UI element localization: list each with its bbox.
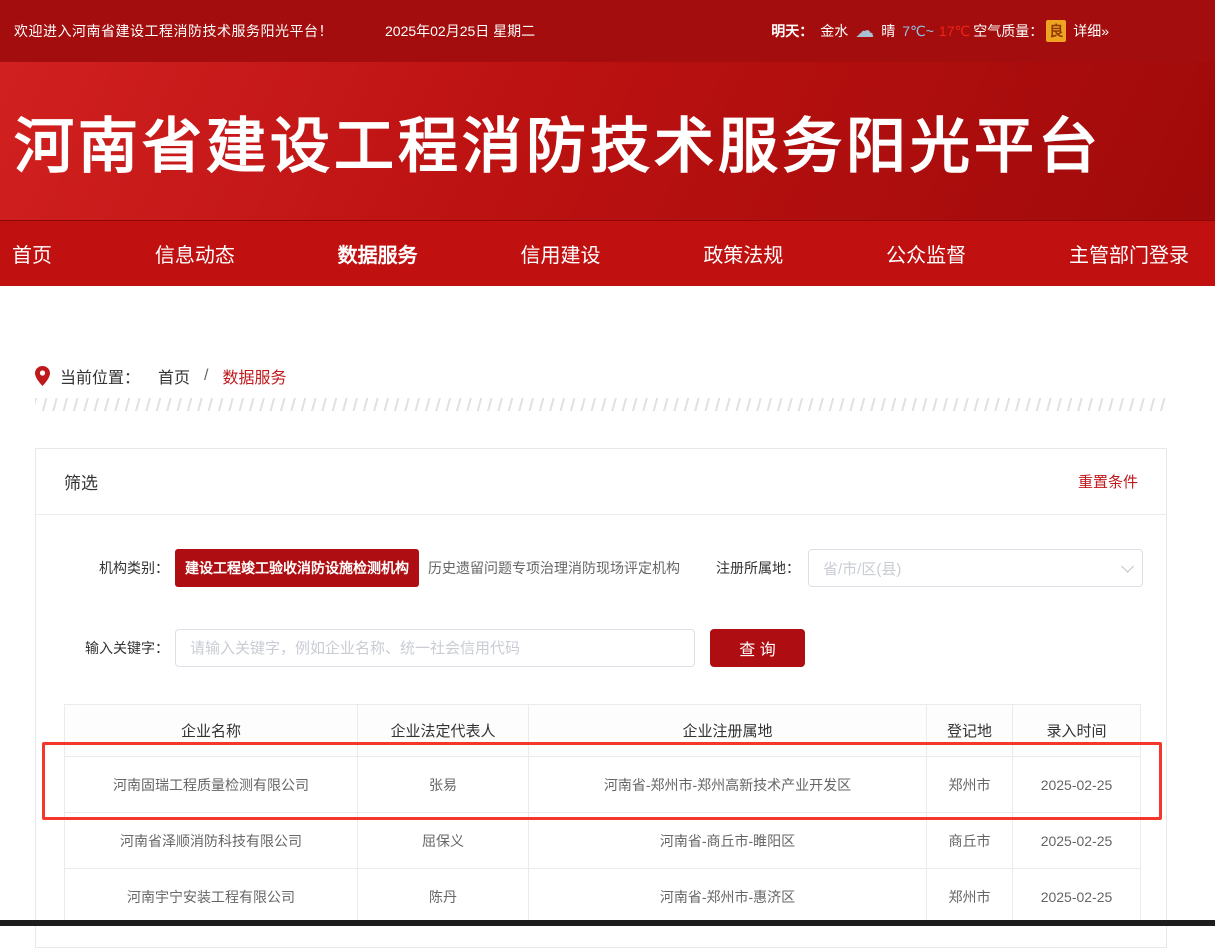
cell-company-name: 河南固瑞工程质量检测有限公司 [65,757,358,813]
decorative-slash-divider [35,398,1168,411]
nav-item-news[interactable]: 信息动态 [155,239,235,268]
filter-panel-header: 筛选 重置条件 [36,449,1166,515]
nav-item-admin-login[interactable]: 主管部门登录 [1069,239,1189,268]
cell-legal-representative: 屈保义 [358,813,529,869]
cell-registration-place: 郑州市 [927,757,1013,813]
welcome-text: 欢迎进入河南省建设工程消防技术服务阳光平台！ [14,21,333,41]
keyword-label: 输入关键字： [64,638,169,658]
air-quality-badge: 良 [1046,20,1066,42]
table-row[interactable]: 河南宇宁安装工程有限公司 陈丹 河南省-郑州市-惠济区 郑州市 2025-02-… [65,869,1141,925]
cell-entry-date: 2025-02-25 [1013,869,1141,925]
bottom-edge-bar [0,920,1215,926]
keyword-filter-row: 输入关键字： 查 询 [36,629,1166,667]
nav-item-credit[interactable]: 信用建设 [520,239,600,268]
nav-item-supervision[interactable]: 公众监督 [886,239,966,268]
air-quality-label: 空气质量： [973,21,1043,41]
col-company-name: 企业名称 [65,705,358,757]
cell-registered-location: 河南省-郑州市-郑州高新技术产业开发区 [529,757,927,813]
category-option-selected[interactable]: 建设工程竣工验收消防设施检测机构 [175,549,419,587]
chevron-down-icon [1121,560,1134,573]
nav-item-data-service[interactable]: 数据服务 [338,239,418,268]
filter-title: 筛选 [64,469,98,494]
cell-entry-date: 2025-02-25 [1013,757,1141,813]
breadcrumb-current[interactable]: 数据服务 [222,364,286,388]
reset-filters-link[interactable]: 重置条件 [1078,471,1138,492]
cell-registration-place: 商丘市 [927,813,1013,869]
cloud-icon: ☁ [855,22,874,41]
col-entry-date: 录入时间 [1013,705,1141,757]
weather-detail-link[interactable]: 详细» [1073,21,1109,41]
cell-company-name: 河南宇宁安装工程有限公司 [65,869,358,925]
cell-legal-representative: 陈丹 [358,869,529,925]
weather-widget: 明天： 金水 ☁ 晴 7℃~ 17℃ 空气质量： 良 详细» [771,20,1109,42]
cell-registered-location: 河南省-郑州市-惠济区 [529,869,927,925]
page-title: 河南省建设工程消防技术服务阳光平台 [14,98,1102,185]
weather-district: 金水 [820,21,848,41]
temp-high: 17℃ [939,23,970,40]
cell-registration-place: 郑州市 [927,869,1013,925]
weather-label: 明天： [771,21,813,41]
temp-low: 7℃~ [902,23,934,40]
breadcrumb-separator: / [204,367,208,385]
category-label: 机构类别： [64,558,169,578]
nav-item-home[interactable]: 首页 [12,239,52,268]
result-table: 企业名称 企业法定代表人 企业注册属地 登记地 录入时间 河南固瑞工程质量检测有… [64,704,1141,925]
weather-condition: 晴 [881,21,895,41]
cell-legal-representative: 张易 [358,757,529,813]
category-filter-row: 机构类别： 建设工程竣工验收消防设施检测机构 历史遗留问题专项治理消防现场评定机… [36,549,1166,587]
table-row[interactable]: 河南固瑞工程质量检测有限公司 张易 河南省-郑州市-郑州高新技术产业开发区 郑州… [65,757,1141,813]
col-legal-representative: 企业法定代表人 [358,705,529,757]
table-row[interactable]: 河南省泽顺消防科技有限公司 屈保义 河南省-商丘市-睢阳区 商丘市 2025-0… [65,813,1141,869]
region-label: 注册所属地： [716,558,800,578]
nav-item-policy[interactable]: 政策法规 [703,239,783,268]
cell-registered-location: 河南省-商丘市-睢阳区 [529,813,927,869]
region-select[interactable]: 省/市/区(县) [808,549,1143,587]
region-select-placeholder: 省/市/区(县) [823,558,901,579]
cell-entry-date: 2025-02-25 [1013,813,1141,869]
site-header: 河南省建设工程消防技术服务阳光平台 [0,62,1215,220]
location-pin-icon [35,366,50,386]
main-nav: 首页 信息动态 数据服务 信用建设 政策法规 公众监督 主管部门登录 [0,220,1215,286]
cell-company-name: 河南省泽顺消防科技有限公司 [65,813,358,869]
col-registration-place: 登记地 [927,705,1013,757]
breadcrumb-home[interactable]: 首页 [158,364,190,388]
col-registered-location: 企业注册属地 [529,705,927,757]
date-text: 2025年02月25日 星期二 [385,21,535,41]
search-button[interactable]: 查 询 [710,629,805,667]
breadcrumb-label: 当前位置： [60,364,140,388]
filter-panel: 筛选 重置条件 机构类别： 建设工程竣工验收消防设施检测机构 历史遗留问题专项治… [35,448,1167,948]
table-header-row: 企业名称 企业法定代表人 企业注册属地 登记地 录入时间 [65,705,1141,757]
category-option-unselected[interactable]: 历史遗留问题专项治理消防现场评定机构 [428,558,680,578]
breadcrumb: 当前位置： 首页 / 数据服务 [35,364,1215,388]
topbar: 欢迎进入河南省建设工程消防技术服务阳光平台！ 2025年02月25日 星期二 明… [0,0,1215,62]
keyword-input[interactable] [175,629,695,667]
